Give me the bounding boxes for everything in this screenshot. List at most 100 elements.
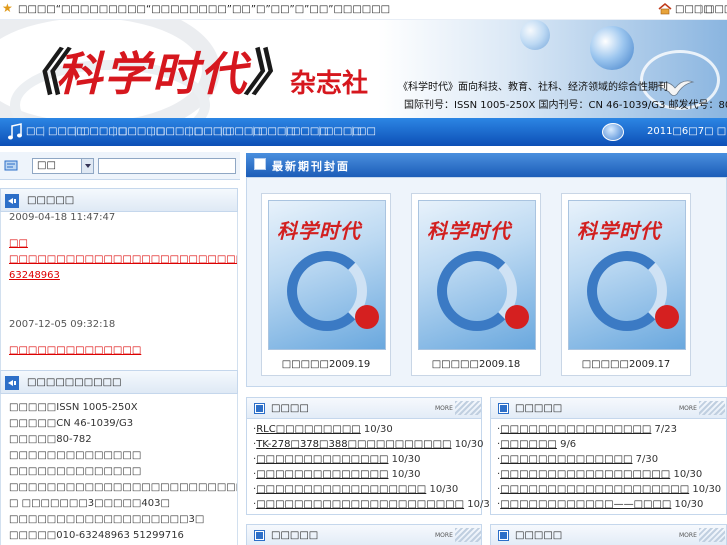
list-item[interactable]: ·□□□□□□□□□□□□□□□□□□ 10/30 xyxy=(497,469,702,480)
stripes-decoration xyxy=(699,528,725,542)
list-item[interactable]: ·□□□□□□□□□□□□□□□□□□□□□□ 10/30 xyxy=(253,499,496,510)
bubble-decoration xyxy=(520,20,550,50)
svg-text:》: 》 xyxy=(243,43,294,102)
banner-tagline: 《科学时代》面向科技、教育、社科、经济领域的综合性期刊 xyxy=(398,82,668,93)
top-bar: ★ □□□□“□□□□□□□□□“□□□□□□□□”□□”□”□□”□”□□”□… xyxy=(0,0,727,20)
svg-text:杂志社: 杂志社 xyxy=(290,68,368,99)
nav-separator: | xyxy=(351,126,355,137)
magazine-logo: 《 科学时代 》 杂志社 xyxy=(12,43,368,102)
left-list-header: □□□□ MORE xyxy=(246,397,482,419)
music-note-icon xyxy=(8,123,22,140)
info-line: □□□□□CN 46-1039/G3 xyxy=(9,418,134,429)
bottom-right-list-title: □□□□□ xyxy=(515,530,563,541)
covers-section: 科学时代 □□□□□2009.19 科学时代 □□□□□2009.18 科学时代… xyxy=(246,177,727,387)
square-bullet-icon xyxy=(498,530,509,541)
news-link[interactable]: □□□□□□□□□□□□□□□□□□□□□□□□□□□□□□□□□□□□□□□□… xyxy=(9,252,237,284)
covers-header: 最新期刊封面 xyxy=(246,153,727,177)
chevron-down-icon[interactable] xyxy=(81,159,93,173)
info-line: □□□□□□□□□□□□□□□□□□□3□ xyxy=(9,514,205,525)
right-list-body: ·□□□□□□□□□□□□□□□□ 7/23 ·□□□□□□ 9/6 ·□□□□… xyxy=(490,419,727,515)
info-line: □□□□□□□□□□□□□□ xyxy=(9,466,142,477)
nav-separator: | xyxy=(318,126,322,137)
more-link[interactable]: MORE xyxy=(679,532,697,539)
svg-text:科学时代: 科学时代 xyxy=(56,47,252,101)
cover-badge xyxy=(505,305,529,329)
nav-separator: | xyxy=(42,126,46,137)
list-item[interactable]: ·□□□□□□□□□□□□□□ 10/30 xyxy=(253,469,420,480)
info-line: □□□□□80-782 xyxy=(9,434,92,445)
bottom-left-list-header: □□□□□ MORE xyxy=(246,524,482,545)
search-icon xyxy=(4,160,18,171)
list-item[interactable]: ·□□□□□□□□□□□□□□ 7/30 xyxy=(497,454,658,465)
cover-image[interactable]: 科学时代 xyxy=(568,200,686,350)
square-bullet-icon xyxy=(254,403,265,414)
covers-title: 最新期刊封面 xyxy=(272,160,350,173)
stripes-decoration xyxy=(455,528,481,542)
info-line: □□□□□ISSN 1005-250X xyxy=(9,402,138,413)
search-type-select[interactable]: □□ xyxy=(32,158,94,174)
info-line: □□□□□□□□□□□□□□ xyxy=(9,450,142,461)
square-bullet-icon xyxy=(498,403,509,414)
bullhorn-icon xyxy=(5,194,19,208)
star-icon: ★ xyxy=(2,1,13,15)
current-date: 2011□6□7□ □□□ xyxy=(647,126,727,137)
list-item[interactable]: ·TK-278□378□388□□□□□□□□□□□ 10/30 xyxy=(253,439,484,450)
top-slogan: □□□□“□□□□□□□□□“□□□□□□□□”□□”□”□□”□”□□”□□□… xyxy=(18,4,391,15)
cover-card[interactable]: 科学时代 □□□□□2009.19 xyxy=(261,193,391,376)
more-link[interactable]: MORE xyxy=(435,532,453,539)
list-item[interactable]: ·□□□□□□□□□□□□□□ 10/30 xyxy=(253,454,420,465)
info-icon xyxy=(5,376,19,390)
info-panel-header: □□□□□□□□□□ xyxy=(0,370,238,394)
list-item[interactable]: ·□□□□□□□□□□□□□□□□□□□□ 10/30 xyxy=(497,484,721,495)
cover-badge xyxy=(655,305,679,329)
cover-masthead: 科学时代 xyxy=(577,219,661,243)
cover-card[interactable]: 科学时代 □□□□□2009.18 xyxy=(411,193,541,376)
banner-issn: 国际刊号：ISSN 1005-250X 国内刊号：CN 46-1039/G3 邮… xyxy=(404,100,727,111)
home-icon[interactable] xyxy=(658,3,672,15)
cover-image[interactable]: 科学时代 xyxy=(268,200,386,350)
topbar-divider: | xyxy=(699,4,703,15)
info-line: □□□□□□□□□□□□□□□□□□□□□□□□□ xyxy=(9,482,238,493)
news-time: 2009-04-18 11:47:47 xyxy=(9,212,116,223)
bookmark-link[interactable]: □□□ xyxy=(705,4,727,15)
right-list-title: □□□□□ xyxy=(515,403,563,414)
nav-separator: | xyxy=(112,126,116,137)
list-item[interactable]: ·□□□□□□ 9/6 xyxy=(497,439,576,450)
cover-masthead: 科学时代 xyxy=(277,219,361,243)
cover-masthead: 科学时代 xyxy=(427,219,511,243)
bottom-left-list-title: □□□□□ xyxy=(271,530,319,541)
info-line: □□□□□010-63248963 51299716 xyxy=(9,530,184,541)
notice-panel-title: □□□□□ xyxy=(27,195,75,206)
nav-item-11[interactable]: □□ xyxy=(357,126,376,137)
cover-caption[interactable]: □□□□□2009.17 xyxy=(562,359,690,370)
more-link[interactable]: MORE xyxy=(435,405,453,412)
info-panel-body: □□□□□ISSN 1005-250X □□□□□CN 46-1039/G3 □… xyxy=(0,394,238,545)
bottom-right-list-header: □□□□□ MORE xyxy=(490,524,727,545)
nav-separator: | xyxy=(252,126,256,137)
search-bar: □□ xyxy=(0,152,240,180)
nav-separator: | xyxy=(285,126,289,137)
cover-caption[interactable]: □□□□□2009.18 xyxy=(412,359,540,370)
square-icon xyxy=(254,158,266,170)
list-item[interactable]: ·RLC□□□□□□□□□ 10/30 xyxy=(253,424,393,435)
list-item[interactable]: ·□□□□□□□□□□□□□□□□□□ 10/30 xyxy=(253,484,458,495)
nav-separator: | xyxy=(150,126,154,137)
globe-decoration xyxy=(590,26,634,70)
notice-panel-body: 2009-04-18 11:47:47 □□ □□□□□□□□□□□□□□□□□… xyxy=(0,212,238,370)
list-item[interactable]: ·□□□□□□□□□□□□——□□□□ 10/30 xyxy=(497,499,703,510)
more-link[interactable]: MORE xyxy=(679,405,697,412)
cover-card[interactable]: 科学时代 □□□□□2009.17 xyxy=(561,193,691,376)
search-input[interactable] xyxy=(98,158,236,174)
info-line: □ □□□□□□□3□□□□□403□ xyxy=(9,498,170,509)
cover-badge xyxy=(355,305,379,329)
notice-panel-header: □□□□□ xyxy=(0,188,238,212)
cover-image[interactable]: 科学时代 xyxy=(418,200,536,350)
stripes-decoration xyxy=(455,401,481,415)
cover-caption[interactable]: □□□□□2009.19 xyxy=(262,359,390,370)
list-item[interactable]: ·□□□□□□□□□□□□□□□□ 7/23 xyxy=(497,424,677,435)
news-link[interactable]: □□□□□□□□□□□□□□ xyxy=(9,343,231,359)
news-link[interactable]: □□ xyxy=(9,236,231,252)
nav-separator: | xyxy=(188,126,192,137)
stripes-decoration xyxy=(699,401,725,415)
info-panel-title: □□□□□□□□□□ xyxy=(27,377,122,388)
